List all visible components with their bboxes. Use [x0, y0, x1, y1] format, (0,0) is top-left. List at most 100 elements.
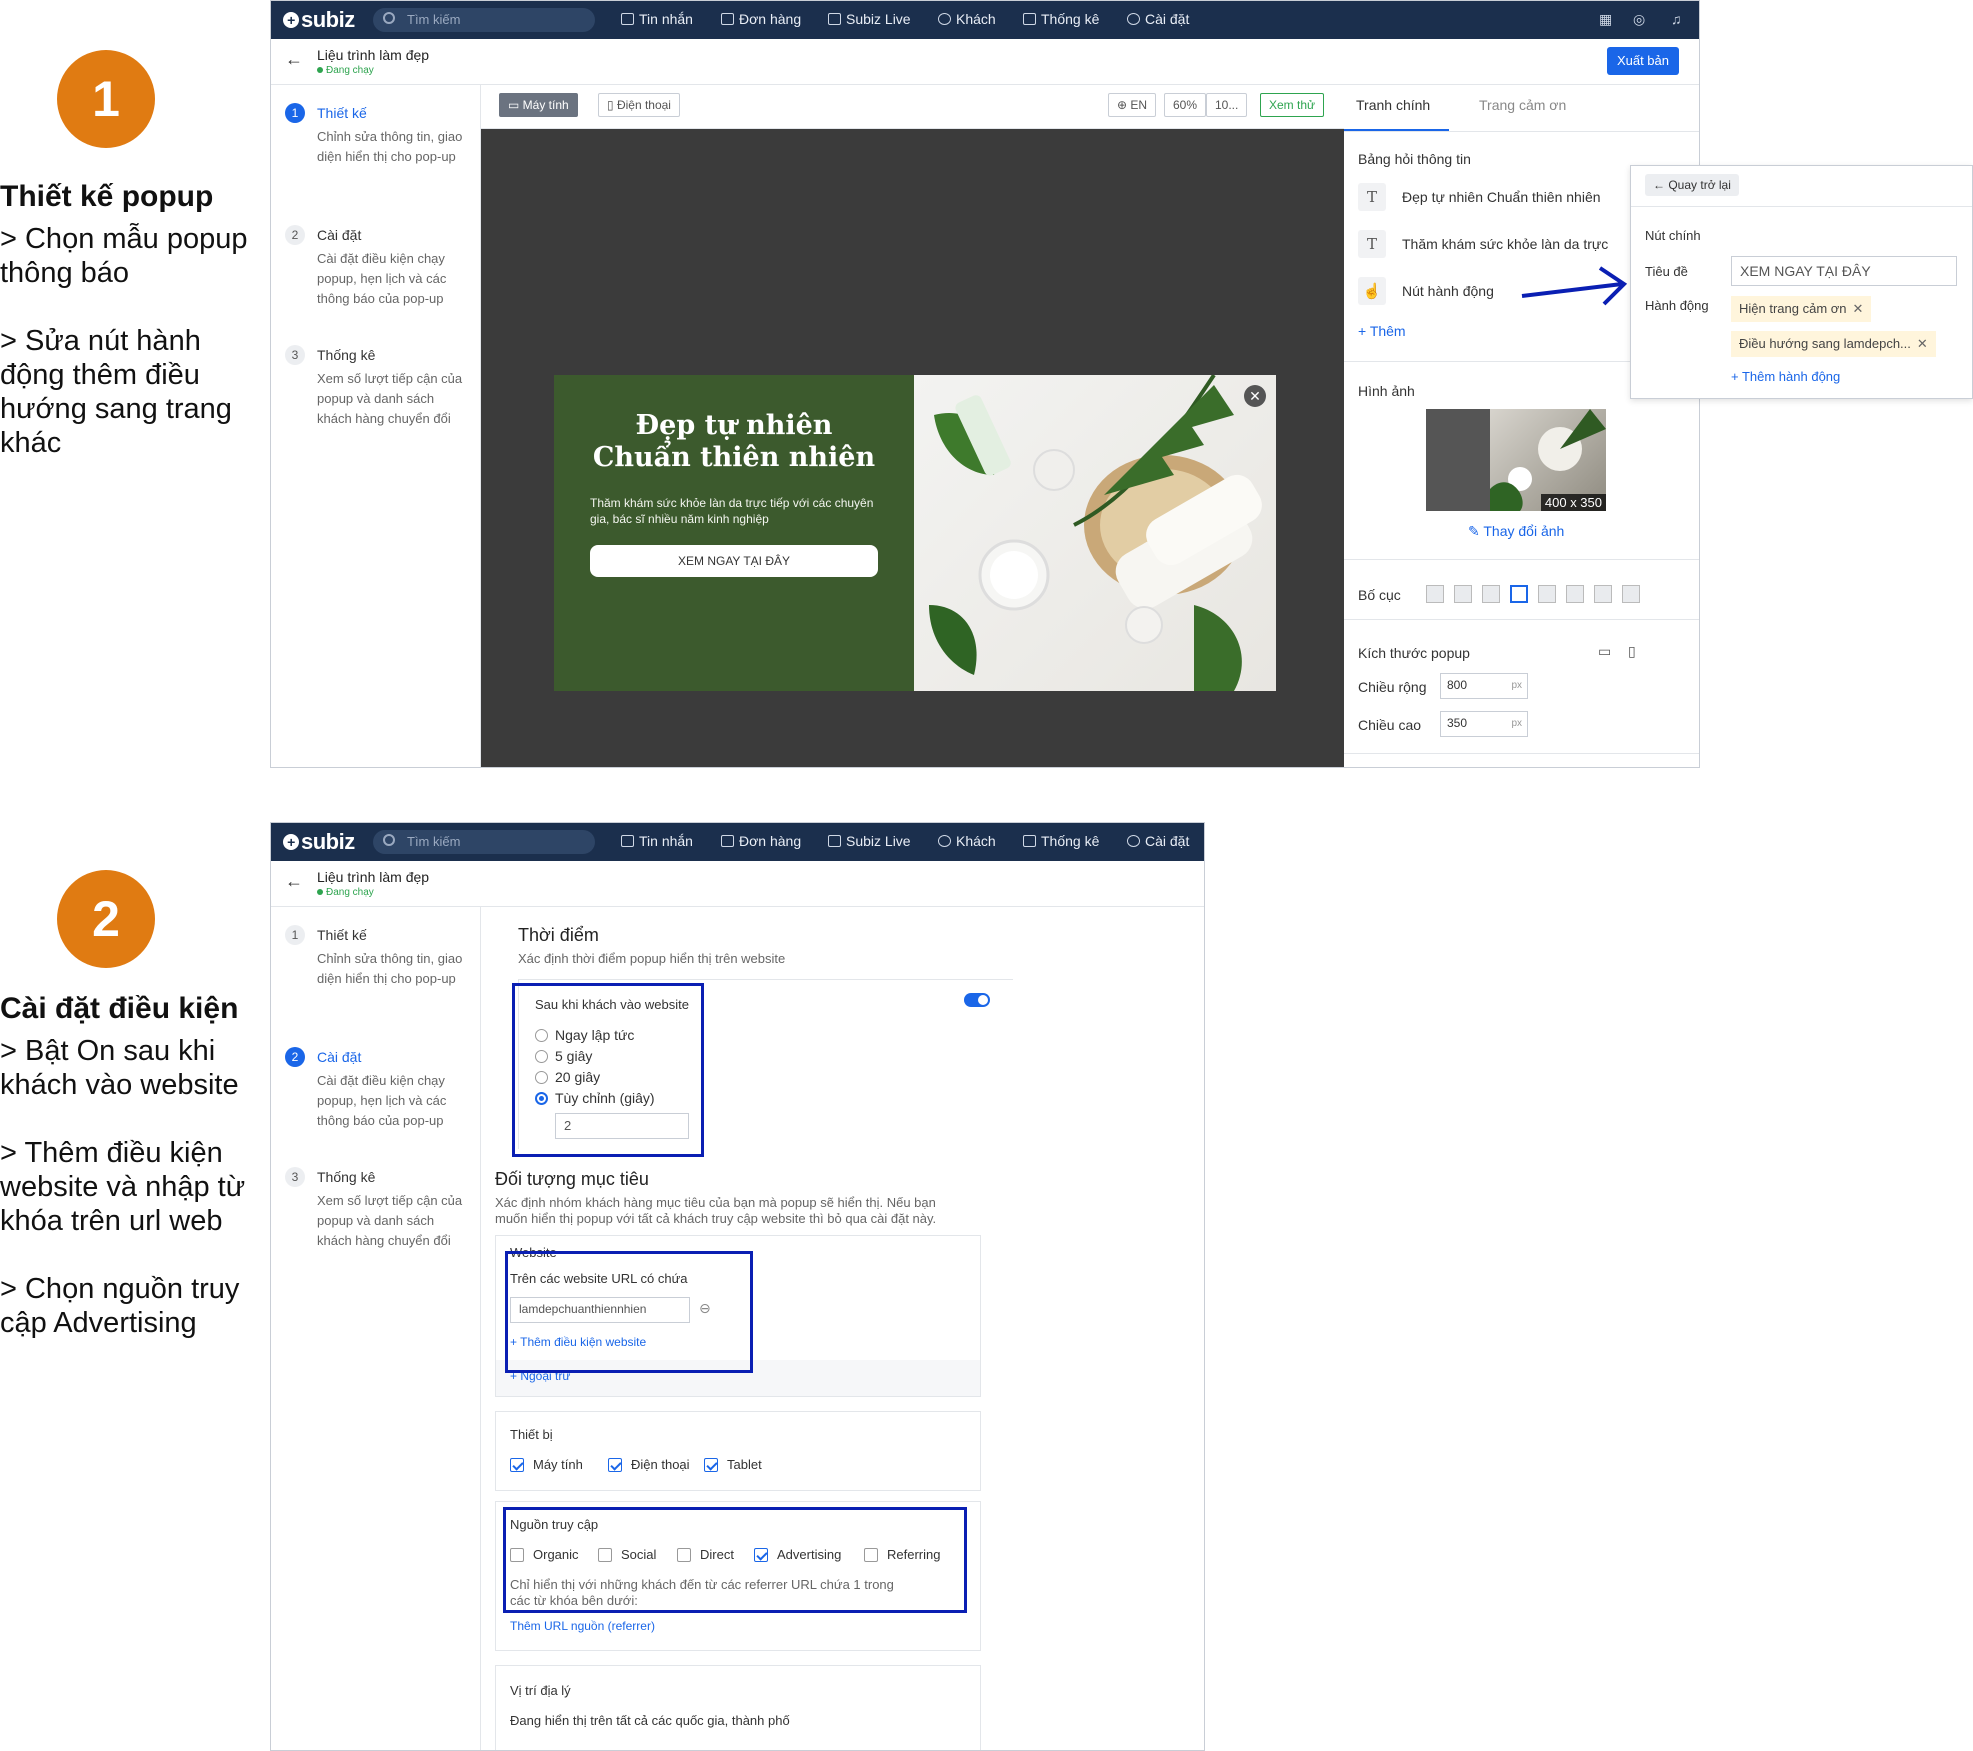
check-icon[interactable]: ◎	[1633, 11, 1645, 28]
search-input[interactable]: Tìm kiếm	[373, 830, 595, 854]
checkbox-desktop[interactable]	[510, 1458, 524, 1472]
layout-option-3[interactable]	[1482, 585, 1500, 603]
popup-subtitle[interactable]: Thăm khám sức khỏe làn da trực tiếp với …	[590, 495, 890, 527]
top-nav: + subiz Tìm kiếm Tin nhắn Đơn hàng Subiz …	[271, 823, 1204, 861]
language-button[interactable]: ⊕ EN	[1108, 93, 1157, 117]
device-desktop: Máy tính	[533, 1457, 583, 1472]
live-icon	[828, 13, 841, 25]
main-button-panel: ← Quay trở lại Nút chính Tiêu đề XEM NGA…	[1630, 165, 1973, 399]
apps-icon[interactable]: ▦	[1599, 11, 1612, 28]
step-1-badge: 1	[57, 50, 155, 148]
checkbox-mobile[interactable]	[608, 1458, 622, 1472]
timing-subtitle: Xác định thời điểm popup hiển thị trên w…	[518, 951, 786, 966]
editor-window: + subiz Tìm kiếm Tin nhắn Đơn hàng Subiz …	[270, 0, 1700, 768]
back-arrow-icon[interactable]: ←	[285, 871, 303, 892]
subiz-logo[interactable]: + subiz	[283, 829, 355, 855]
layout-option-5[interactable]	[1538, 585, 1556, 603]
popup-title-line2[interactable]: Chuẩn thiên nhiên	[554, 441, 914, 475]
height-label: Chiều cao	[1358, 717, 1422, 733]
nav-settings[interactable]: Cài đặt	[1127, 11, 1189, 27]
zoom-select[interactable]: 60%	[1164, 93, 1207, 117]
action-tag-thankyou[interactable]: Hiện trang cảm ơn ✕	[1731, 296, 1872, 322]
search-icon	[383, 12, 395, 24]
button-title-input[interactable]: XEM NGAY TẠI ĐÂY	[1731, 256, 1957, 286]
nav-customers[interactable]: Khách	[938, 11, 996, 27]
tab-thankyou[interactable]: Trang cảm ơn	[1479, 97, 1566, 113]
desktop-view-button[interactable]: ▭ Máy tính	[499, 93, 578, 117]
image-size-label: 400 x 350	[1540, 494, 1606, 511]
popup-size-label: Kích thước popup	[1358, 645, 1470, 661]
width-label: Chiều rộng	[1358, 679, 1427, 695]
close-icon[interactable]: ✕	[1244, 385, 1266, 407]
checkbox-tablet[interactable]	[704, 1458, 718, 1472]
field-title[interactable]: Đẹp tự nhiên Chuẩn thiên nhiên	[1402, 189, 1601, 205]
bell-icon[interactable]: ♫	[1671, 11, 1682, 27]
nav-messages[interactable]: Tin nhắn	[621, 11, 693, 27]
highlight-source	[503, 1507, 967, 1613]
nav-messages[interactable]: Tin nhắn	[621, 833, 693, 849]
remove-icon: ✕	[1916, 336, 1928, 351]
after-visit-toggle[interactable]	[964, 993, 990, 1007]
layout-option-4[interactable]	[1510, 585, 1528, 603]
spa-products-image	[929, 375, 1262, 691]
popup-canvas: Đẹp tự nhiên Chuẩn thiên nhiên Thăm khám…	[481, 129, 1344, 767]
image-placeholder	[1426, 409, 1490, 511]
nav-orders[interactable]: Đơn hàng	[721, 11, 801, 27]
change-image-link[interactable]: ✎ Thay đổi ảnh	[1468, 523, 1564, 540]
back-button[interactable]: ← Quay trở lại	[1645, 174, 1739, 196]
highlight-website	[505, 1251, 753, 1373]
field-action-button[interactable]: Nút hành động	[1402, 283, 1494, 299]
user-icon	[938, 835, 951, 847]
add-action-link[interactable]: + Thêm hành động	[1731, 369, 1840, 384]
action-field-label: Hành động	[1645, 298, 1709, 313]
width-input[interactable]: 800 px	[1440, 673, 1528, 699]
zoom-input[interactable]: 10...	[1206, 93, 1248, 117]
popup-cta-button[interactable]: XEM NGAY TẠI ĐÂY	[590, 545, 878, 577]
top-nav: + subiz Tìm kiếm Tin nhắn Đơn hàng Subiz …	[271, 1, 1699, 39]
geo-text: Đang hiển thị trên tất cả các quốc gia, …	[510, 1713, 790, 1728]
preview-button[interactable]: Xem thử	[1260, 93, 1325, 117]
layout-option-2[interactable]	[1454, 585, 1472, 603]
layout-label: Bố cục	[1358, 587, 1401, 603]
height-input[interactable]: 350 px	[1440, 711, 1528, 737]
text-icon: T	[1358, 183, 1386, 211]
tab-main[interactable]: Tranh chính	[1356, 97, 1430, 113]
desktop-size-icon[interactable]: ▭	[1598, 643, 1611, 660]
nav-reports[interactable]: Thống kê	[1023, 833, 1099, 849]
pointer-icon: ☝	[1358, 277, 1386, 305]
nav-orders[interactable]: Đơn hàng	[721, 833, 801, 849]
page-title: Liệu trình làm đẹp	[317, 869, 430, 885]
image-thumbnail[interactable]: 400 x 350	[1490, 409, 1606, 511]
geo-label: Vị trí địa lý	[510, 1683, 571, 1698]
text-icon: T	[1358, 230, 1386, 258]
back-arrow-icon[interactable]: ←	[285, 49, 303, 70]
popup-title-line1[interactable]: Đẹp tự nhiên	[554, 409, 914, 443]
layout-option-8[interactable]	[1622, 585, 1640, 603]
layout-option-7[interactable]	[1594, 585, 1612, 603]
mobile-view-button[interactable]: ▯ Điện thoại	[598, 93, 680, 117]
subiz-logo[interactable]: + subiz	[283, 7, 355, 33]
order-icon	[721, 13, 734, 25]
add-referrer-link[interactable]: Thêm URL nguồn (referrer)	[510, 1619, 655, 1633]
action-tag-redirect[interactable]: Điều hướng sang lamdepch... ✕	[1731, 331, 1936, 357]
target-subtitle: Xác định nhóm khách hàng mục tiêu của bạ…	[495, 1195, 937, 1226]
device-tablet: Tablet	[727, 1457, 762, 1472]
nav-live[interactable]: Subiz Live	[828, 833, 911, 849]
nav-reports[interactable]: Thống kê	[1023, 11, 1099, 27]
step-2-badge: 2	[57, 870, 155, 968]
mobile-size-icon[interactable]: ▯	[1628, 643, 1636, 660]
step-2-heading: Cài đặt điều kiện	[0, 992, 239, 1025]
nav-settings[interactable]: Cài đặt	[1127, 833, 1189, 849]
nav-customers[interactable]: Khách	[938, 833, 996, 849]
search-input[interactable]: Tìm kiếm	[373, 8, 595, 32]
popup-preview: Đẹp tự nhiên Chuẩn thiên nhiên Thăm khám…	[554, 375, 1276, 691]
layout-option-6[interactable]	[1566, 585, 1584, 603]
layout-option-1[interactable]	[1426, 585, 1444, 603]
publish-button[interactable]: Xuất bản	[1606, 47, 1679, 75]
status-badge: Đang chạy	[317, 65, 374, 76]
title-field-label: Tiêu đề	[1645, 264, 1688, 279]
field-subtitle[interactable]: Thăm khám sức khỏe làn da trực	[1402, 236, 1608, 252]
highlight-timing	[512, 983, 704, 1157]
nav-live[interactable]: Subiz Live	[828, 11, 911, 27]
add-field-link[interactable]: + Thêm	[1358, 323, 1406, 339]
